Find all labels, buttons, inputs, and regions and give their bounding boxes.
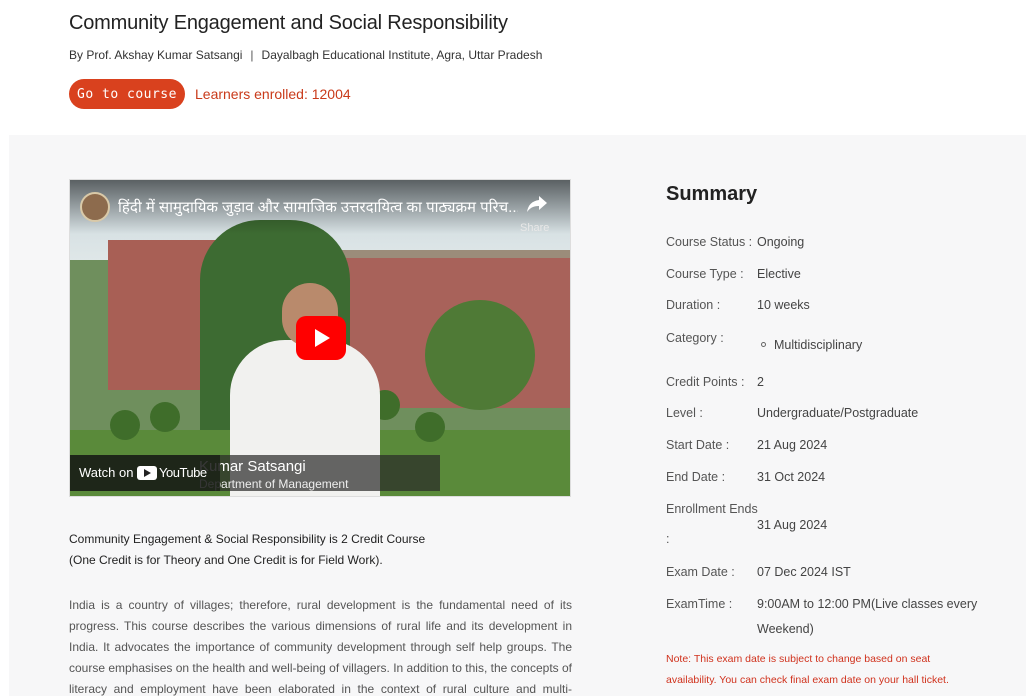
summary-label: Enrollment Ends	[666, 502, 758, 516]
channel-avatar-icon[interactable]	[80, 192, 110, 222]
byline: By Prof. Akshay Kumar Satsangi | Dayalbagh…	[69, 48, 542, 62]
youtube-play-icon[interactable]	[296, 316, 346, 360]
exam-date-note: Note: This exam date is subject to chang…	[666, 653, 949, 686]
course-header: Community Engagement and Social Responsi…	[0, 0, 1026, 135]
video-frame-shrub	[415, 412, 445, 442]
course-description: India is a country of villages; therefor…	[69, 598, 572, 696]
summary-label: Category :	[666, 331, 724, 345]
summary-label: End Date :	[666, 470, 726, 484]
summary-label: ExamTime :	[666, 597, 733, 611]
summary-label: Credit Points :	[666, 375, 745, 389]
summary-value: Elective	[757, 267, 801, 281]
summary-value: 21 Aug 2024	[757, 438, 828, 452]
intro-line-2: (One Credit is for Theory and One Credit…	[69, 553, 383, 567]
summary-label: Level :	[666, 406, 703, 420]
learners-enrolled: Learners enrolled: 12004	[195, 86, 351, 102]
summary-value: 07 Dec 2024 IST	[757, 565, 851, 579]
go-to-course-button[interactable]: Go to course	[69, 79, 185, 109]
video-frame-tree	[425, 300, 535, 410]
share-icon[interactable]	[526, 194, 548, 214]
summary-value: 31 Oct 2024	[757, 470, 826, 484]
summary-label: Duration :	[666, 298, 721, 312]
summary-label-colon: :	[666, 532, 670, 546]
bullet-icon	[761, 342, 766, 348]
summary-label: Exam Date :	[666, 565, 735, 579]
author-name: By Prof. Akshay Kumar Satsangi	[69, 48, 243, 62]
category-value: Multidisciplinary	[774, 338, 863, 352]
summary-value: 10 weeks	[757, 298, 810, 312]
youtube-logo-icon	[137, 466, 157, 480]
video-speaker-dept: Department of Management	[199, 477, 349, 491]
video-title[interactable]: हिंदी में सामुदायिक जुड़ाव और सामाजिक उत…	[118, 197, 518, 217]
summary-value: Undergraduate/Postgraduate	[757, 406, 919, 420]
intro-line-1: Community Engagement & Social Responsibi…	[69, 532, 426, 546]
watch-on-youtube-button[interactable]: Watch on YouTube	[70, 455, 220, 491]
summary-value: 2	[757, 375, 764, 389]
summary-value: 31 Aug 2024	[757, 518, 828, 532]
watch-on-label: Watch on	[79, 465, 134, 480]
byline-separator: |	[250, 48, 254, 62]
course-title: Community Engagement and Social Responsi…	[69, 12, 508, 34]
share-label[interactable]: Share	[520, 222, 549, 234]
summary-label: Course Status :	[666, 235, 753, 249]
summary-label: Start Date :	[666, 438, 730, 452]
summary-title: Summary	[666, 183, 758, 205]
summary-value: Ongoing	[757, 235, 805, 249]
summary-value: Weekend)	[757, 622, 814, 636]
video-player[interactable]: हिंदी में सामुदायिक जुड़ाव और सामाजिक उत…	[69, 179, 571, 497]
youtube-wordmark: YouTube	[159, 465, 207, 480]
course-intro: Community Engagement & Social Responsibi…	[69, 529, 425, 571]
video-frame-shrub	[110, 410, 140, 440]
course-content-panel: हिंदी में सामुदायिक जुड़ाव और सामाजिक उत…	[9, 135, 1026, 696]
video-frame-shrub	[150, 402, 180, 432]
summary-value: 9:00AM to 12:00 PM(Live classes every	[757, 597, 978, 611]
summary-value: Multidisciplinary	[757, 338, 862, 352]
summary-label: Course Type :	[666, 267, 744, 281]
institute-name: Dayalbagh Educational Institute, Agra, U…	[261, 48, 543, 62]
